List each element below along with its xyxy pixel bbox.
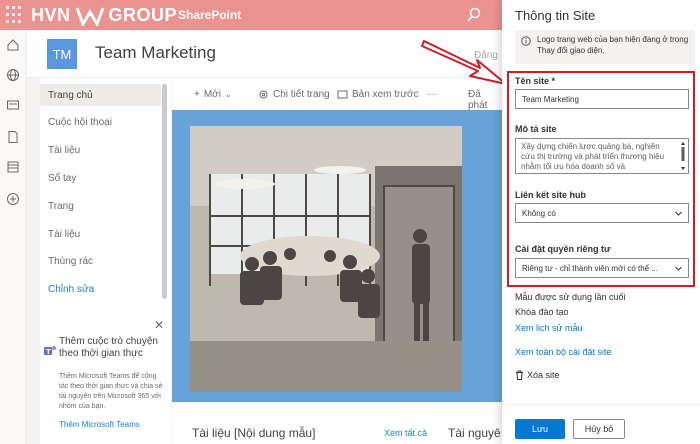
app-name[interactable]: SharePoint xyxy=(178,8,241,22)
page-details-label: Chi tiết trang xyxy=(273,89,330,100)
waffle-dot xyxy=(6,20,9,23)
home-icon[interactable] xyxy=(6,38,20,52)
brand-mark-icon xyxy=(75,6,104,26)
add-teams-link[interactable]: Thêm Microsoft Teams xyxy=(59,420,140,429)
see-all-link[interactable]: Xem tất cả xyxy=(384,428,427,438)
site-title[interactable]: Team Marketing xyxy=(95,43,216,63)
new-button[interactable]: + Mới ⌄ xyxy=(194,89,232,100)
app-bar xyxy=(0,30,26,444)
teams-promo-description: Thêm Microsoft Teams để cộng tác theo th… xyxy=(59,373,163,410)
hero-web-part[interactable] xyxy=(172,110,502,402)
nav-edit-link[interactable]: Chỉnh sửa xyxy=(48,284,94,295)
more-options-button[interactable]: ··· xyxy=(427,89,437,100)
nav-item-conversations[interactable]: Cuộc hội thoại xyxy=(48,117,112,128)
preview-button[interactable]: Bản xem trước xyxy=(337,89,419,100)
preview-label: Bản xem trước xyxy=(352,89,419,100)
panel-footer: Lưu Hủy bỏ xyxy=(502,404,700,444)
list-icon[interactable] xyxy=(6,160,20,174)
nav-item-pages[interactable]: Trang xyxy=(48,201,74,212)
waffle-dot xyxy=(18,13,21,16)
template-history-link[interactable]: Xem lịch sử mẫu xyxy=(515,323,583,333)
nav-item-documents-2[interactable]: Tài liệu xyxy=(48,229,80,240)
info-message: Logo trang web của bạn hiện đang ở trong… xyxy=(515,30,695,64)
news-icon[interactable] xyxy=(6,98,20,112)
close-promo-icon[interactable]: ✕ xyxy=(154,318,164,332)
info-message-text: Logo trang web của bạn hiện đang ở trong… xyxy=(537,35,689,55)
highlight-box xyxy=(507,71,695,287)
new-label: Mới xyxy=(203,89,221,100)
waffle-dot xyxy=(6,6,9,9)
resources-web-part-title: Tài nguyê xyxy=(448,426,501,440)
documents-web-part-title: Tài liệu [Nội dung mẫu] xyxy=(192,426,316,440)
published-status: Đã phát xyxy=(468,89,488,111)
add-icon[interactable] xyxy=(6,192,20,206)
plus-icon: + xyxy=(194,89,200,100)
nav-item-recycle-bin[interactable]: Thùng rác xyxy=(48,256,93,267)
delete-site-button[interactable]: Xóa site xyxy=(515,370,560,380)
waffle-dot xyxy=(12,6,15,9)
delete-site-label: Xóa site xyxy=(527,370,560,380)
trash-icon xyxy=(516,370,523,380)
teams-promo-title: Thêm cuộc trò chuyện theo thời gian thực xyxy=(59,336,158,359)
waffle-dot xyxy=(12,13,15,16)
brand-text-right: GROUP xyxy=(108,5,178,25)
nav-item-home[interactable]: Trang chủ xyxy=(48,90,93,101)
nav-item-documents[interactable]: Tài liệu xyxy=(48,145,80,156)
teams-icon: T xyxy=(44,346,56,356)
hero-image xyxy=(190,126,462,392)
svg-text:T: T xyxy=(46,348,51,356)
waffle-dot xyxy=(12,20,15,23)
waffle-dot xyxy=(6,13,9,16)
all-site-settings-link[interactable]: Xem toàn bộ cài đặt site xyxy=(515,347,612,357)
waffle-dot xyxy=(18,6,21,9)
brand-text-left: HVN xyxy=(31,5,71,25)
app-launcher-icon[interactable] xyxy=(6,6,22,24)
template-value: Khóa đào tạo xyxy=(515,307,569,317)
cancel-button[interactable]: Hủy bỏ xyxy=(573,419,625,439)
info-icon xyxy=(521,36,531,46)
panel-title: Thông tin Site xyxy=(515,8,596,23)
globe-icon[interactable] xyxy=(6,68,20,82)
file-icon[interactable] xyxy=(6,130,20,144)
nav-scrollbar[interactable] xyxy=(162,84,167,299)
chevron-down-icon: ⌄ xyxy=(224,90,232,99)
site-logo-tile[interactable]: TM xyxy=(47,39,77,69)
preview-icon xyxy=(337,90,348,99)
annotation-arrow-icon xyxy=(421,40,507,85)
nav-item-notebook[interactable]: Sổ tay xyxy=(48,173,76,184)
template-label: Mẫu được sử dụng lần cuối xyxy=(515,292,626,302)
gear-icon xyxy=(259,90,268,99)
brand-logo[interactable]: HVN GROUP xyxy=(31,5,177,26)
save-button[interactable]: Lưu xyxy=(515,419,565,439)
search-icon[interactable] xyxy=(466,7,482,23)
waffle-dot xyxy=(18,20,21,23)
page-details-button[interactable]: Chi tiết trang xyxy=(258,89,330,100)
main-content: Tài liệu [Nội dung mẫu] Xem tất cả Tài n… xyxy=(172,110,502,444)
